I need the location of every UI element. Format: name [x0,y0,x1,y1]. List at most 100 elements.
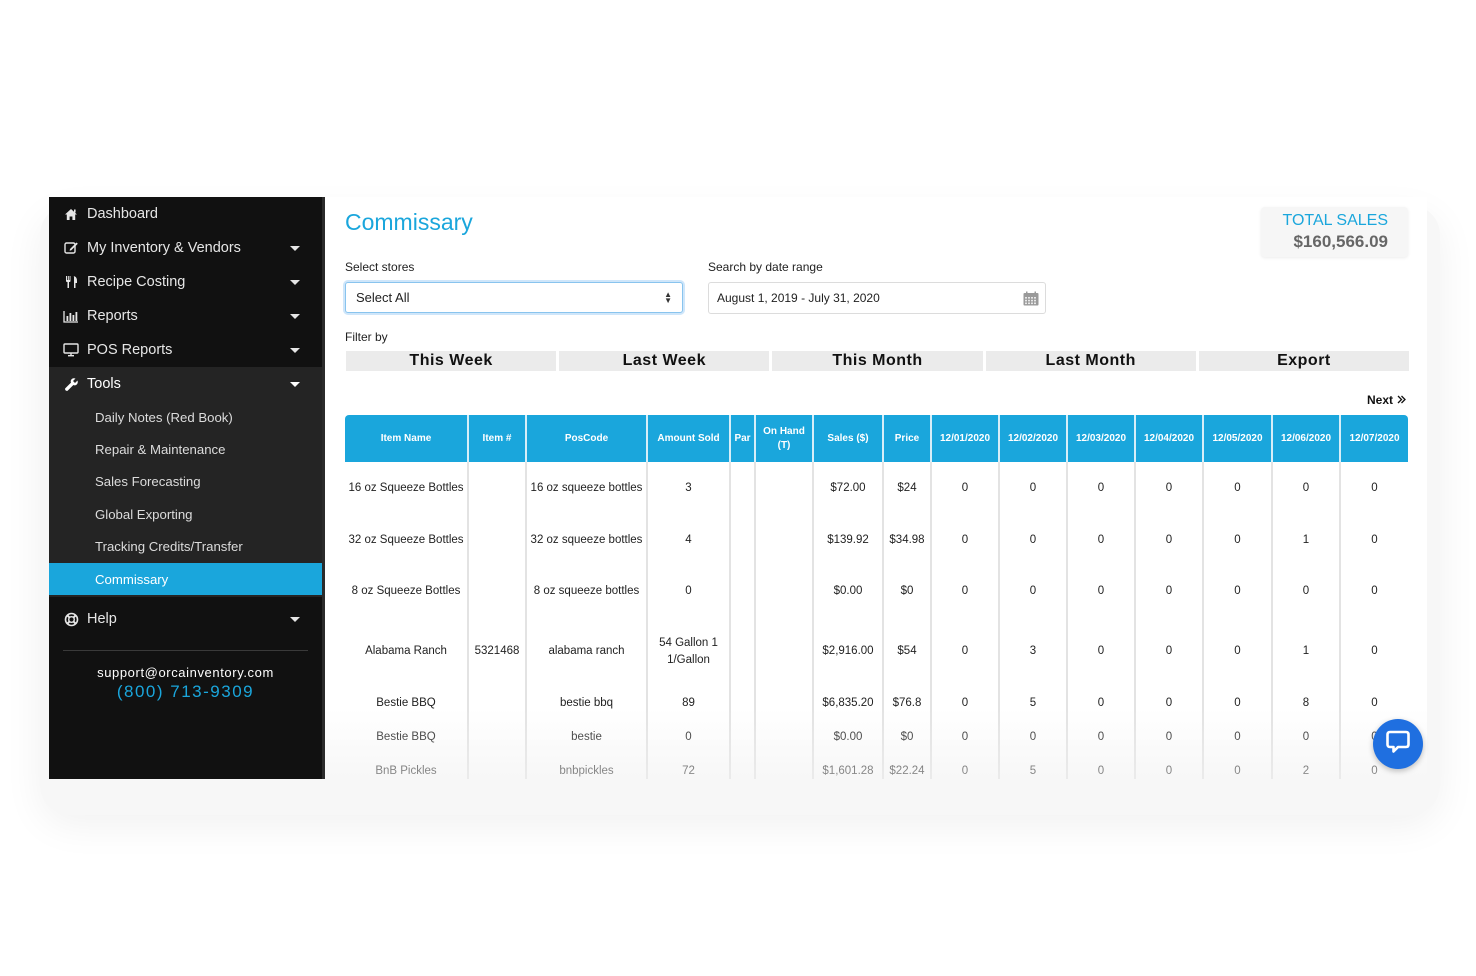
store-select[interactable]: Select All ▲ ▼ [345,282,683,313]
sidebar-item-recipe-costing[interactable]: Recipe Costing [49,265,322,299]
table-cell: Bestie BBQ [345,685,469,722]
sidebar-item-dashboard[interactable]: Dashboard [49,197,322,231]
table-cell: 0 [931,516,1000,565]
filter-this-week-button[interactable]: This Week [346,351,557,371]
table-cell: 72 [647,754,731,779]
table-header-row: Item Name Item # PosCode Amount Sold Par On H… [345,415,1408,462]
submenu-item-sales-forecasting[interactable]: Sales Forecasting [49,466,322,498]
sidebar-item-reports[interactable]: Reports [49,299,322,333]
column-header[interactable]: Sales ($) [813,415,884,462]
table-cell: 0 [1135,516,1204,565]
sidebar-item-inventory-vendors[interactable]: My Inventory & Vendors [49,231,322,265]
table-cell: 0 [931,754,1000,779]
support-phone[interactable]: (800) 713-9309 [49,682,322,702]
column-header[interactable]: 12/05/2020 [1203,415,1273,462]
table-cell: 0 [1371,645,1378,658]
table-cell: 0 [1067,516,1136,565]
table-cell: 0 [1203,619,1273,685]
table-cell: Bestie BBQ [345,722,469,754]
submenu-item-global-exporting[interactable]: Global Exporting [49,498,322,530]
column-header[interactable]: 12/04/2020 [1135,415,1204,462]
table-cell: 0 [1203,462,1273,516]
table-cell: 5321468 [468,619,527,685]
sidebar-item-pos-reports[interactable]: POS Reports [49,333,322,367]
table-cell: 32 oz Squeeze Bottles [345,516,469,565]
column-header[interactable]: Item Name [345,415,469,462]
main-content: Commissary TOTAL SALES $160,566.09 Selec… [325,197,1427,779]
support-email[interactable]: support@orcainventory.com [49,665,322,680]
table-cell: 0 [1203,516,1273,565]
table-cell: alabama ranch [526,619,648,685]
submenu-item-tracking-credits[interactable]: Tracking Credits/Transfer [49,531,322,563]
table-cell: 0 [1067,754,1136,779]
submenu-item-daily-notes[interactable]: Daily Notes (Red Book) [49,401,322,433]
sidebar-item-label: POS Reports [87,342,173,358]
table-cell: $0.00 [813,565,884,619]
column-header[interactable]: Item # [468,415,527,462]
table-cell: 0 [931,619,1000,685]
table-row: BnB Pickles bnbpickles 72 $1,601.28 $22.24 0 5… [345,754,1408,779]
export-button[interactable]: Export [1198,351,1410,371]
app-window: Dashboard My Inventory & Vendors Recipe … [49,197,1427,779]
table-cell: 0 [1371,482,1378,495]
column-header[interactable]: Amount Sold [647,415,731,462]
table-cell: $1,601.28 [813,754,884,779]
submenu-item-commissary[interactable]: Commissary [49,562,322,596]
table-cell: 0 [1067,685,1136,722]
table-cell: 0 [1203,754,1273,779]
sidebar-item-label: Recipe Costing [87,274,186,290]
table-cell: $76.8 [883,685,932,722]
column-header[interactable]: Price [883,415,932,462]
sidebar-item-label: Dashboard [87,206,158,222]
column-header[interactable]: PosCode [526,415,648,462]
table-cell [755,722,814,754]
sidebar-item-help[interactable]: Help [49,602,322,636]
filter-last-month-button[interactable]: Last Month [985,351,1196,371]
table-cell: 0 [647,565,731,619]
table-cell [468,722,527,754]
sidebar-divider [63,650,308,652]
column-header[interactable]: 12/02/2020 [999,415,1068,462]
table-cell: 0 [931,685,1000,722]
column-header[interactable]: On Hand (T) [755,415,814,462]
table-cell: 54 Gallon 1 1/Gallon [647,619,731,685]
column-header[interactable]: 12/01/2020 [931,415,1000,462]
table-cell: 0 [1135,565,1204,619]
table-cell: 8 [1272,685,1341,722]
select-arrows-icon: ▲ ▼ [664,290,672,305]
table-cell: 3 [999,619,1068,685]
column-header[interactable]: Par [730,415,756,462]
table-cell: $34.98 [883,516,932,565]
store-select-value: Select All [356,290,410,305]
table-cell: 0 [1135,685,1204,722]
column-header[interactable]: 12/03/2020 [1067,415,1136,462]
filter-by-label: Filter by [345,330,388,344]
table-row: 8 oz Squeeze Bottles 8 oz squeeze bottles… [345,565,1408,619]
submenu-item-repair-maintenance[interactable]: Repair & Maintenance [49,433,322,465]
next-page-link[interactable]: Next [1367,393,1406,407]
table-row: Bestie BBQ bestie bbq 89 $6,835.20 $76.8 0 5 0 0… [345,685,1408,722]
column-header[interactable]: 12/06/2020 [1272,415,1341,462]
table-cell: 0 [999,565,1068,619]
live-chat-button[interactable] [1373,719,1423,769]
table-cell: 0 [1203,565,1273,619]
caret-down-icon [290,279,300,285]
table-cell [468,462,527,516]
bar-chart-icon [63,308,79,324]
filter-last-week-button[interactable]: Last Week [559,351,770,371]
filter-this-month-button[interactable]: This Month [772,351,983,371]
table-cell: 0 [1272,565,1341,619]
table-cell: $22.24 [883,754,932,779]
table-cell: 0 [1371,696,1378,709]
column-header[interactable]: 12/07/2020 [1340,415,1408,462]
table-cell: 8 oz Squeeze Bottles [345,565,469,619]
calendar-icon[interactable] [1023,291,1039,309]
table-cell: 0 [999,516,1068,565]
select-stores-label: Select stores [345,260,415,274]
date-range-input[interactable]: August 1, 2019 - July 31, 2020 [708,282,1046,314]
sidebar-item-tools[interactable]: Tools [49,367,322,401]
monitor-icon [63,342,79,358]
table-cell [755,462,814,516]
table-cell [755,754,814,779]
table-cell: 8 oz squeeze bottles [526,565,648,619]
